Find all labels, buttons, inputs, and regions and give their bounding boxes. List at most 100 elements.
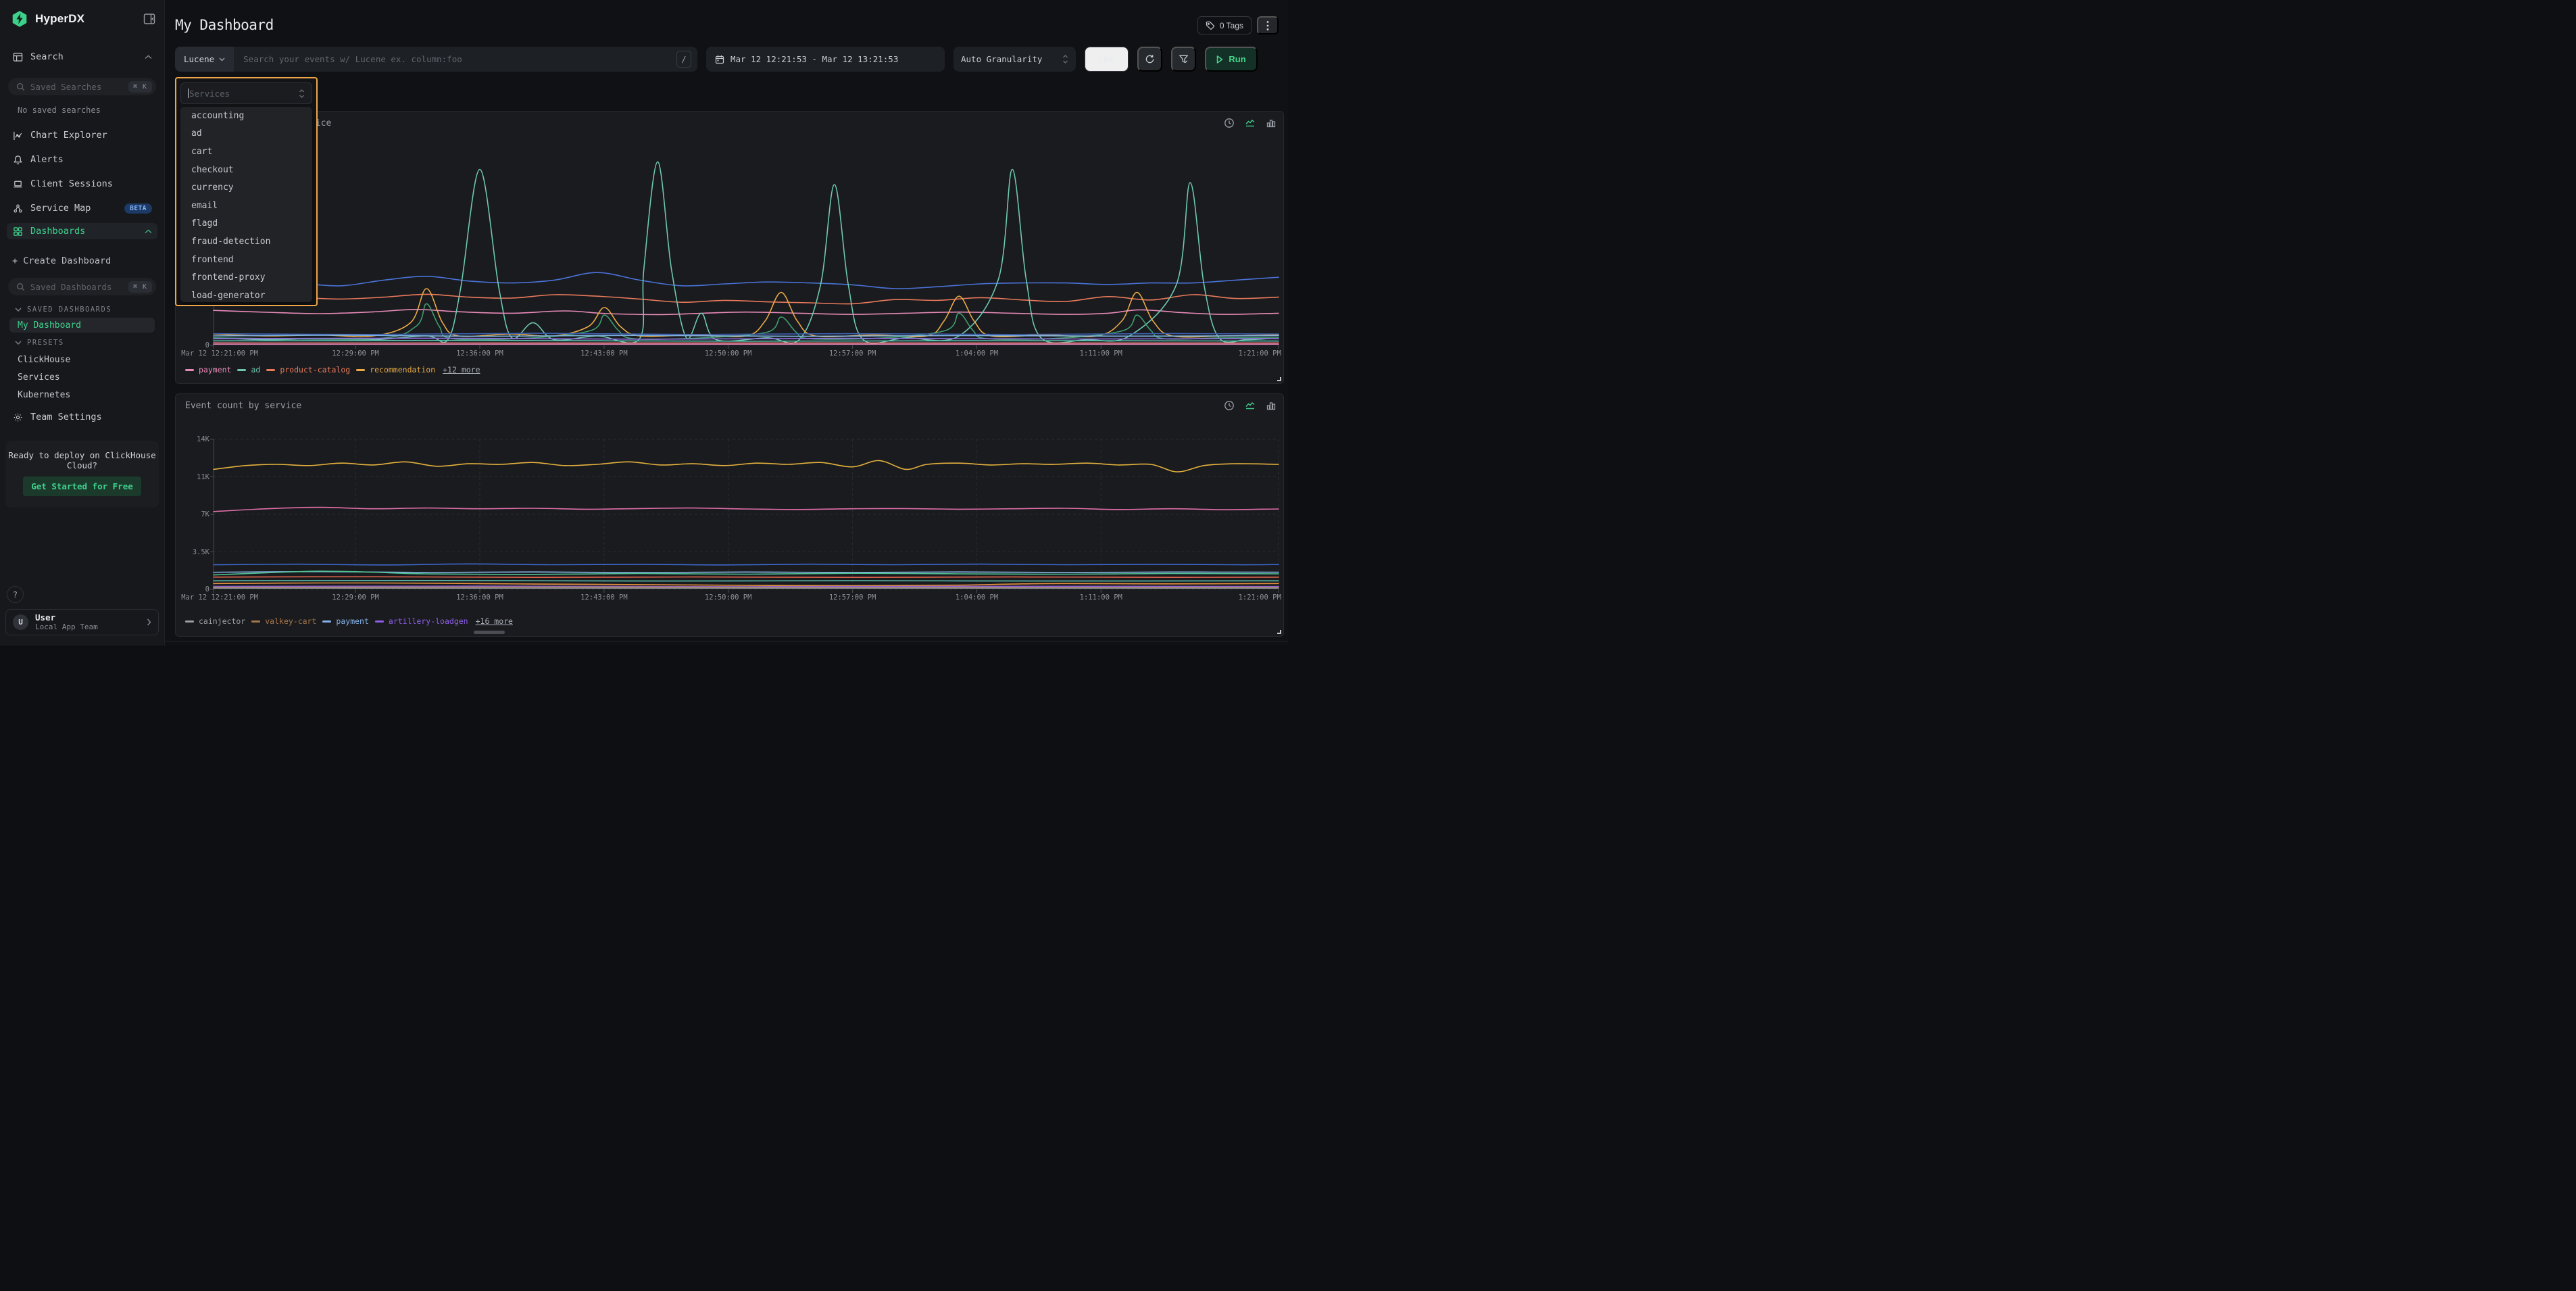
cloud-card-text: Cloud? xyxy=(5,460,159,470)
tags-button[interactable]: 0 Tags xyxy=(1197,16,1252,34)
legend-item-artillery-loadgen[interactable]: artillery-loadgen xyxy=(375,616,468,626)
panel-resize-handle[interactable] xyxy=(1277,630,1281,634)
service-option-frontend[interactable]: frontend xyxy=(180,251,312,269)
query-language-select[interactable]: Lucene xyxy=(175,47,234,72)
legend-label: product-catalog xyxy=(280,365,350,374)
run-button[interactable]: Run xyxy=(1205,47,1258,72)
granularity-select[interactable]: Auto Granularity xyxy=(953,47,1076,72)
preset-clickhouse[interactable]: ClickHouse xyxy=(9,352,155,367)
sidebar-item-service-map[interactable]: Service Map BETA xyxy=(7,200,157,216)
service-option-checkout[interactable]: checkout xyxy=(180,161,312,179)
legend-item-recommendation[interactable]: recommendation xyxy=(356,365,435,374)
chevron-up-icon xyxy=(145,55,152,59)
services-placeholder: Services xyxy=(189,89,299,99)
page-title: My Dashboard xyxy=(175,17,274,33)
section-presets[interactable]: PRESETS xyxy=(15,339,156,347)
y-tick-label: 11K xyxy=(197,473,209,481)
legend-more-link[interactable]: +12 more xyxy=(443,365,480,374)
service-option-currency[interactable]: currency xyxy=(180,178,312,197)
x-tick-label: 1:04:00 PM xyxy=(956,349,998,358)
chart-panel-2-title: Event count by service xyxy=(185,401,301,411)
query-language-label: Lucene xyxy=(184,54,214,64)
preset-services[interactable]: Services xyxy=(9,370,155,385)
sidebar-item-team-settings[interactable]: Team Settings xyxy=(7,409,157,425)
collapse-sidebar-icon[interactable] xyxy=(143,12,156,26)
live-button[interactable]: Live xyxy=(1085,47,1129,72)
x-tick-label: Mar 12 12:21:00 PM xyxy=(181,593,258,602)
refresh-button[interactable] xyxy=(1137,47,1162,72)
section-saved-dashboards[interactable]: SAVED DASHBOARDS xyxy=(15,306,156,314)
avatar: U xyxy=(13,614,28,630)
series-line-blue-low xyxy=(214,333,1279,335)
user-menu[interactable]: U User Local App Team xyxy=(5,609,159,635)
help-button[interactable]: ? xyxy=(7,586,24,603)
tags-button-label: 0 Tags xyxy=(1220,21,1243,30)
x-tick-label: 12:57:00 PM xyxy=(829,349,876,358)
legend-label: recommendation xyxy=(370,365,435,374)
chart-svg xyxy=(214,439,1279,589)
series-line-ad xyxy=(214,162,1279,343)
sidebar-item-alerts[interactable]: Alerts xyxy=(7,151,157,168)
time-range-picker[interactable]: Mar 12 12:21:53 - Mar 12 13:21:53 xyxy=(706,47,945,72)
legend-more-link[interactable]: +16 more xyxy=(476,616,513,626)
x-tick-label: 1:04:00 PM xyxy=(956,593,998,602)
sidebar-item-search[interactable]: Search xyxy=(7,49,157,65)
legend-item-valkey-cart[interactable]: valkey-cart xyxy=(251,616,316,626)
line-chart-mode-icon[interactable] xyxy=(1245,118,1256,128)
sidebar-header: HyperDX xyxy=(11,9,156,28)
legend-scrollbar-thumb[interactable] xyxy=(474,631,505,634)
services-filter-select[interactable]: Services xyxy=(180,82,312,104)
sidebar-item-client-sessions[interactable]: Client Sessions xyxy=(7,176,157,192)
event-search-bar[interactable]: Lucene Search your events w/ Lucene ex. … xyxy=(175,47,697,72)
service-option-fraud-detection[interactable]: fraud-detection xyxy=(180,233,312,251)
create-dashboard-button[interactable]: + Create Dashboard xyxy=(7,253,157,269)
service-option-email[interactable]: email xyxy=(180,197,312,215)
legend-item-payment[interactable]: payment xyxy=(322,616,368,626)
sidebar-item-dashboards[interactable]: Dashboards xyxy=(7,223,157,239)
search-input-placeholder: Search your events w/ Lucene ex. column:… xyxy=(243,54,462,64)
service-option-frontend-proxy[interactable]: frontend-proxy xyxy=(180,268,312,287)
y-tick-label: 14K xyxy=(197,435,209,443)
series-line-recommendation xyxy=(214,289,1279,337)
saved-searches-input[interactable]: Saved Searches ⌘ K xyxy=(8,78,156,95)
service-option-accounting[interactable]: accounting xyxy=(180,107,312,125)
saved-dashboard-my-dashboard[interactable]: My Dashboard xyxy=(9,318,155,333)
panel-resize-handle[interactable] xyxy=(1277,377,1281,381)
legend-swatch xyxy=(356,369,365,371)
service-option-flagd[interactable]: flagd xyxy=(180,215,312,233)
legend-item-product-catalog[interactable]: product-catalog xyxy=(266,365,350,374)
get-started-button[interactable]: Get Started for Free xyxy=(23,477,141,496)
magnifier-icon xyxy=(16,82,25,91)
legend-swatch xyxy=(375,620,384,623)
filter-button[interactable] xyxy=(1171,47,1196,72)
time-options-icon[interactable] xyxy=(1224,400,1235,411)
sidebar-item-chart-explorer[interactable]: Chart Explorer xyxy=(7,127,157,143)
line-chart-mode-icon[interactable] xyxy=(1245,400,1256,411)
services-dropdown-list: accountingadcartcheckoutcurrencyemailfla… xyxy=(180,107,312,302)
legend-item-cainjector[interactable]: cainjector xyxy=(185,616,245,626)
bar-chart-mode-icon[interactable] xyxy=(1266,118,1277,128)
legend-item-ad[interactable]: ad xyxy=(237,365,260,374)
service-option-load-generator[interactable]: load-generator xyxy=(180,287,312,302)
chart-2-canvas[interactable] xyxy=(214,439,1279,589)
legend-label: cainjector xyxy=(199,616,245,626)
series-line-blue-upper xyxy=(214,272,1279,289)
service-option-ad[interactable]: ad xyxy=(180,125,312,143)
chart-1-canvas[interactable] xyxy=(214,156,1279,345)
time-options-icon[interactable] xyxy=(1224,118,1235,128)
service-option-cart[interactable]: cart xyxy=(180,143,312,161)
saved-dashboards-input[interactable]: Saved Dashboards ⌘ K xyxy=(8,278,156,295)
slash-shortcut-badge: / xyxy=(676,51,691,68)
dashboard-menu-button[interactable] xyxy=(1257,16,1279,34)
chevron-down-icon xyxy=(219,57,225,62)
bar-chart-mode-icon[interactable] xyxy=(1266,400,1277,411)
services-filter-highlight-box: Services accountingadcartcheckoutcurrenc… xyxy=(175,77,318,306)
chart-panel-2: Event count by service 03.5K7K11K14K Mar… xyxy=(175,393,1284,637)
legend-swatch xyxy=(237,369,246,371)
y-tick-label: 7K xyxy=(201,510,209,518)
preset-kubernetes[interactable]: Kubernetes xyxy=(9,387,155,402)
text-caret xyxy=(188,89,189,98)
magnifier-icon xyxy=(16,283,25,291)
legend-swatch xyxy=(185,620,194,623)
legend-item-payment[interactable]: payment xyxy=(185,365,231,374)
